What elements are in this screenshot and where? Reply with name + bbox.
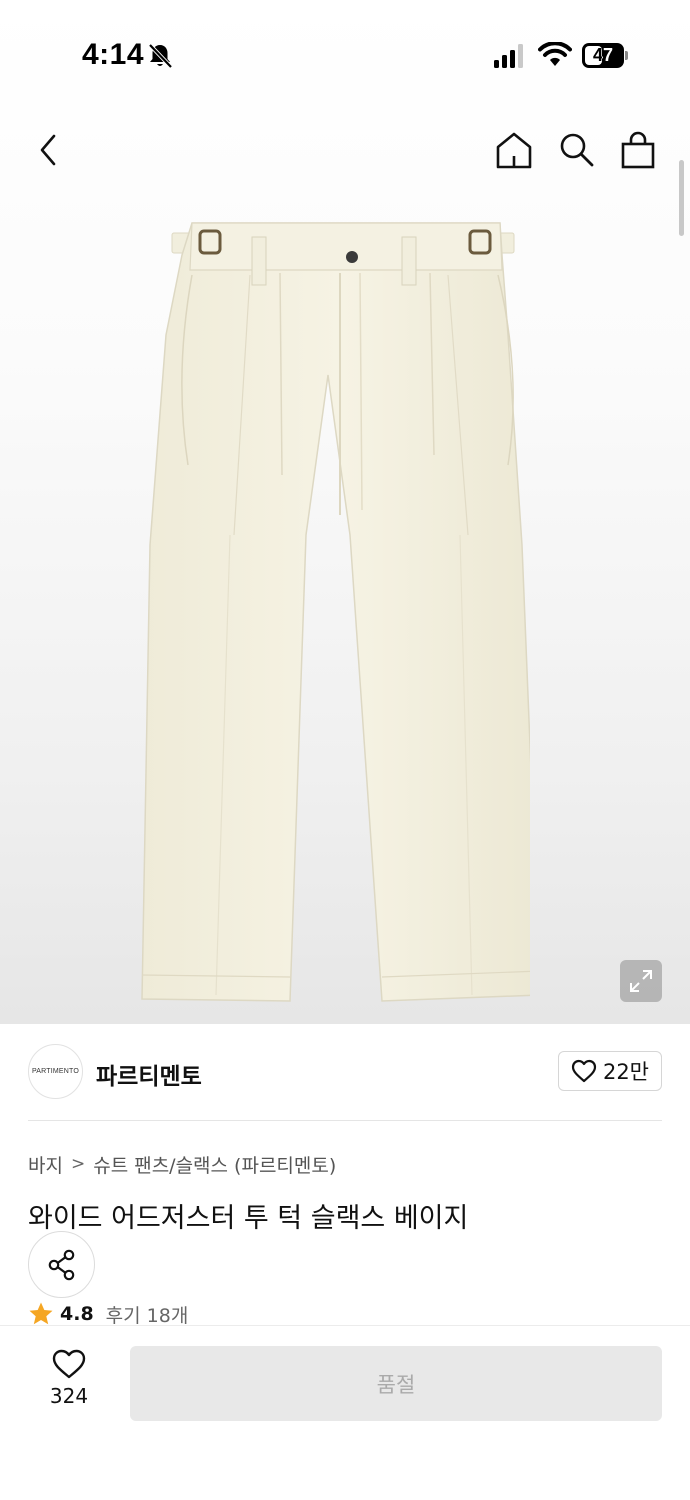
signal-icon	[494, 44, 523, 68]
review-count[interactable]: 후기 18개	[106, 1302, 189, 1327]
back-button[interactable]	[26, 128, 70, 172]
star-icon	[29, 1302, 53, 1325]
expand-image-button[interactable]	[620, 960, 662, 1002]
home-button[interactable]	[492, 128, 536, 172]
status-bar: 4:14 47	[0, 0, 690, 110]
bell-off-icon	[148, 43, 173, 69]
wishlist-count: 324	[49, 1384, 89, 1408]
rating-value: 4.8	[60, 1303, 94, 1325]
breadcrumb: 바지 > 슈트 팬츠/슬랙스 (파르티멘토)	[28, 1150, 336, 1178]
product-image-pants	[141, 222, 530, 1002]
brand-like-count: 22만	[602, 1060, 649, 1084]
breadcrumb-separator: >	[70, 1154, 86, 1174]
battery-icon: 47	[582, 43, 628, 68]
share-button[interactable]	[28, 1231, 95, 1298]
expand-icon	[630, 970, 652, 992]
share-icon	[48, 1249, 74, 1280]
wishlist-button[interactable]: 324	[36, 1348, 102, 1410]
divider	[28, 1120, 662, 1121]
shopping-bag-icon	[621, 131, 655, 169]
breadcrumb-item-suit-pants[interactable]: 슈트 팬츠/슬랙스 (파르티멘토)	[93, 1151, 336, 1178]
product-title: 와이드 어드저스터 투 턱 슬랙스 베이지	[28, 1203, 469, 1234]
bottom-action-bar: 324 품절	[0, 1325, 690, 1500]
rating-row[interactable]: 4.8 후기 18개	[28, 1302, 188, 1326]
heart-icon	[571, 1059, 597, 1083]
brand-logo-text: PARTIMENTO	[31, 1068, 80, 1075]
search-icon	[560, 133, 594, 167]
home-icon	[496, 132, 532, 169]
brand-row: PARTIMENTO 파르티멘토 22만	[28, 1043, 662, 1101]
brand-like-button[interactable]: 22만	[557, 1051, 662, 1091]
brand-logo[interactable]: PARTIMENTO	[28, 1044, 83, 1099]
breadcrumb-item-pants[interactable]: 바지	[28, 1151, 63, 1178]
chevron-left-icon	[40, 134, 56, 166]
search-button[interactable]	[554, 128, 598, 172]
brand-name[interactable]: 파르티멘토	[96, 1057, 202, 1091]
status-time: 4:14	[82, 38, 145, 71]
wifi-icon	[538, 42, 572, 66]
top-nav	[0, 120, 690, 184]
soldout-button[interactable]: 품절	[130, 1346, 662, 1421]
heart-icon	[52, 1349, 86, 1379]
battery-level: 47	[592, 45, 614, 65]
cart-button[interactable]	[616, 128, 660, 172]
